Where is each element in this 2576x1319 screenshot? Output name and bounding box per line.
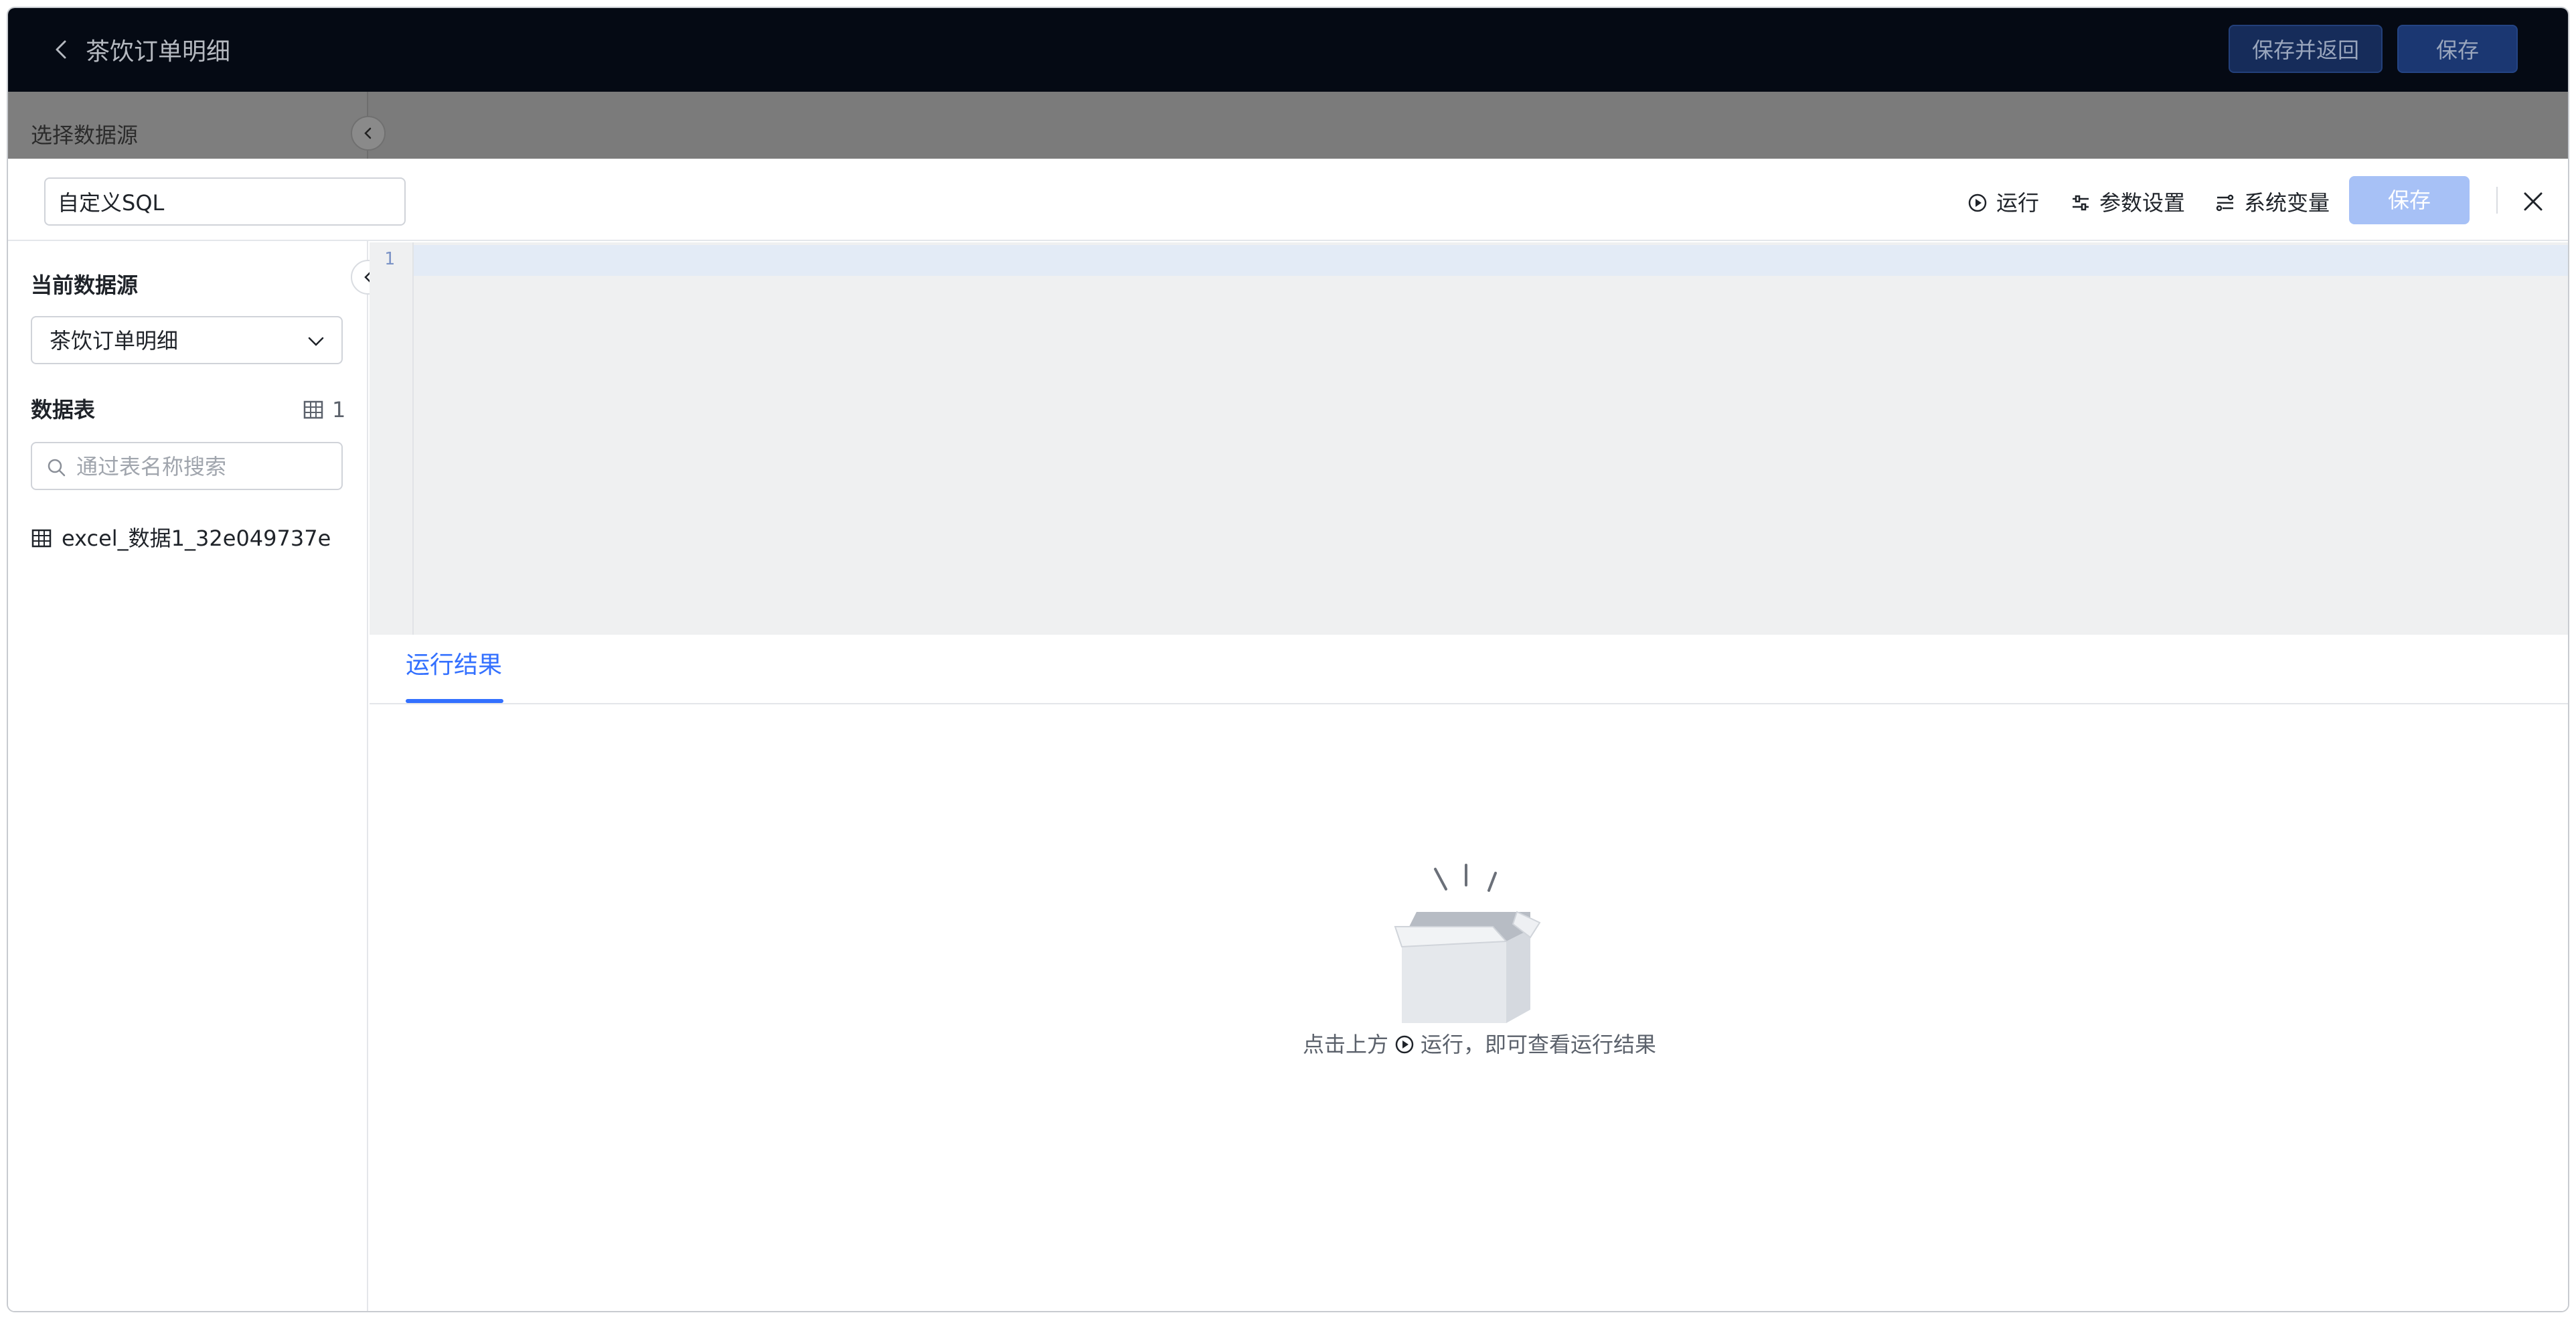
line-number-gutter: 1 — [370, 242, 414, 635]
table-icon — [303, 400, 323, 419]
tables-count-value: 1 — [332, 397, 346, 422]
save-button[interactable]: 保存 — [2397, 25, 2518, 73]
data-source-value: 茶饮订单明细 — [50, 328, 179, 354]
active-tab-indicator — [406, 699, 503, 703]
page-title: 茶饮订单明细 — [86, 38, 231, 66]
search-icon — [48, 459, 66, 477]
results-panel: 运行结果 点击上方 运行，即可查看运行结果 — [370, 635, 2568, 1311]
table-search-box[interactable] — [31, 442, 343, 490]
top-header: 茶饮订单明细 保存并返回 保存 — [8, 8, 2568, 92]
run-label: 运行 — [1996, 190, 2040, 216]
run-button[interactable]: 运行 — [1967, 191, 2039, 215]
tables-title: 数据表 — [31, 397, 96, 422]
play-circle-icon — [1968, 193, 1987, 212]
results-tabs: 运行结果 — [370, 635, 2568, 704]
data-source-select[interactable]: 茶饮订单明细 — [31, 316, 343, 364]
app-window: 茶饮订单明细 保存并返回 保存 选择数据源 运行 参数设置 系统变量 — [7, 7, 2569, 1312]
table-name: excel_数据1_32e049737e — [62, 526, 331, 551]
toolbar-divider — [2496, 187, 2498, 214]
tab-run-results[interactable]: 运行结果 — [406, 651, 502, 680]
active-line-highlight — [370, 245, 2568, 276]
tables-count: 1 — [303, 396, 345, 423]
save-and-return-button[interactable]: 保存并返回 — [2229, 25, 2383, 73]
empty-suffix: 运行，即可查看运行结果 — [1421, 1032, 1657, 1057]
sql-drawer: 运行 参数设置 系统变量 保存 当前数据源 茶饮订单明细 数据表 — [8, 159, 2568, 1311]
sliders-icon — [2073, 195, 2089, 211]
dimmed-collapse-button[interactable] — [351, 116, 386, 151]
empty-prefix: 点击上方 — [1303, 1032, 1389, 1057]
system-variables-button[interactable]: 系统变量 — [2215, 191, 2330, 215]
params-label: 参数设置 — [2099, 190, 2186, 216]
current-source-title: 当前数据源 — [31, 273, 139, 298]
dimmed-background: 选择数据源 — [8, 92, 2568, 159]
params-settings-button[interactable]: 参数设置 — [2070, 191, 2185, 215]
dimmed-sidebar: 选择数据源 — [8, 92, 368, 159]
line-number: 1 — [384, 249, 395, 269]
sysvar-label: 系统变量 — [2244, 190, 2330, 216]
dataset-name-input[interactable] — [44, 177, 406, 226]
chevron-left-icon — [364, 127, 372, 139]
close-icon[interactable] — [2520, 188, 2547, 215]
variables-icon — [2216, 194, 2234, 212]
drawer-save-button[interactable]: 保存 — [2349, 176, 2470, 224]
back-arrow-icon[interactable] — [48, 36, 75, 63]
source-panel: 当前数据源 茶饮订单明细 数据表 1 excel_数据1_32e049737e — [8, 241, 386, 1311]
table-search-input[interactable] — [76, 450, 331, 483]
drawer-header: 运行 参数设置 系统变量 保存 — [8, 159, 2568, 241]
table-icon — [31, 529, 52, 548]
sql-editor[interactable]: 1 — [370, 242, 2568, 635]
play-circle-icon — [1395, 1035, 1414, 1054]
select-source-label: 选择数据源 — [31, 123, 139, 148]
table-list-item[interactable]: excel_数据1_32e049737e — [31, 525, 331, 552]
empty-box-illustration — [1394, 864, 1541, 1023]
empty-state-message: 点击上方 运行，即可查看运行结果 — [1303, 1031, 1656, 1058]
chevron-down-icon — [308, 337, 324, 346]
